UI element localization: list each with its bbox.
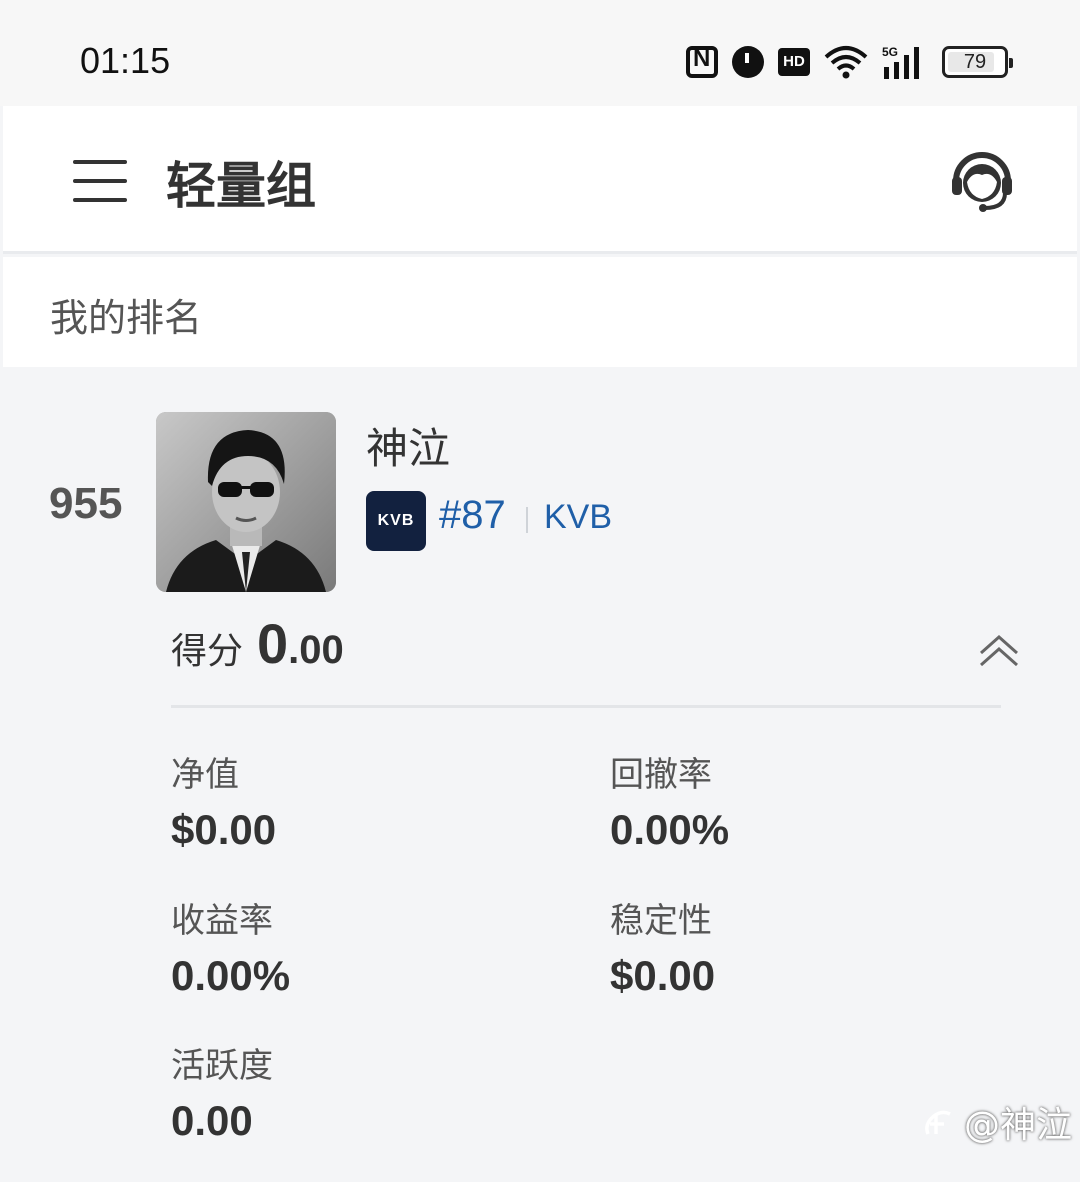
metric-value: $0.00 [171, 806, 277, 853]
metric-value: 0.00% [610, 806, 730, 853]
rank-number: 955 [49, 479, 123, 528]
broker-separator [526, 507, 528, 533]
metric-drawdown: 回撤率 0.00% [610, 747, 729, 854]
divider [171, 705, 1001, 708]
watermark: @神泣 [920, 1096, 1072, 1148]
metric-stability: 稳定性 $0.00 [610, 893, 715, 1000]
double-chevron-up-icon[interactable] [977, 633, 1021, 667]
avatar-photo [156, 412, 336, 592]
score-integer: 0 [257, 612, 289, 675]
metric-label: 回撤率 [610, 755, 712, 795]
nfc-icon [686, 45, 718, 78]
app-header: 轻量组 [3, 106, 1077, 254]
status-time: 01:15 [80, 40, 171, 81]
metric-value: 0.00 [171, 1097, 253, 1144]
svg-text:5G: 5G [882, 45, 898, 59]
hamburger-menu-icon[interactable] [73, 160, 127, 204]
metric-label: 收益率 [171, 901, 273, 941]
alarm-icon [732, 46, 764, 78]
section-label: 我的排名 [50, 296, 203, 340]
my-ranking-section-header: 我的排名 [3, 257, 1077, 367]
metric-net-value: 净值 $0.00 [171, 747, 276, 854]
broker-logo: KVB [366, 491, 426, 551]
score-decimal: .00 [288, 628, 344, 672]
metric-label: 净值 [171, 755, 239, 795]
metric-value: $0.00 [610, 952, 716, 999]
score-row: 得分 0 .00 [171, 611, 344, 681]
page-title: 轻量组 [166, 157, 316, 215]
metric-value: 0.00% [171, 952, 291, 999]
battery-tip [1009, 58, 1013, 68]
metric-return-rate: 收益率 0.00% [171, 893, 290, 1000]
battery-icon: 79 [942, 46, 1013, 78]
5g-signal-icon: 5G [882, 45, 919, 79]
avatar[interactable] [156, 412, 336, 592]
ranking-card: 955 神泣 KVB #87 KVB 得分 0 .00 净值 $0.00 回撤率… [3, 367, 1077, 1182]
hd-icon: HD [778, 48, 810, 76]
broker-name: KVB [544, 498, 613, 536]
score-label: 得分 [171, 631, 244, 672]
user-name: 神泣 [366, 424, 451, 473]
metric-label: 活跃度 [171, 1046, 273, 1086]
zhihu-logo-icon [925, 1110, 951, 1135]
status-bar: 01:15 HD 5G 79 [0, 0, 1080, 106]
watermark-text: @神泣 [963, 1105, 1072, 1146]
wifi-icon [824, 46, 868, 79]
battery-level: 79 [963, 51, 987, 73]
broker-rank: #87 [439, 493, 506, 537]
metric-activity: 活跃度 0.00 [171, 1038, 273, 1145]
metric-label: 稳定性 [610, 901, 712, 941]
status-icons: HD 5G 79 [686, 40, 1013, 84]
customer-support-headset-icon[interactable] [949, 148, 1015, 214]
